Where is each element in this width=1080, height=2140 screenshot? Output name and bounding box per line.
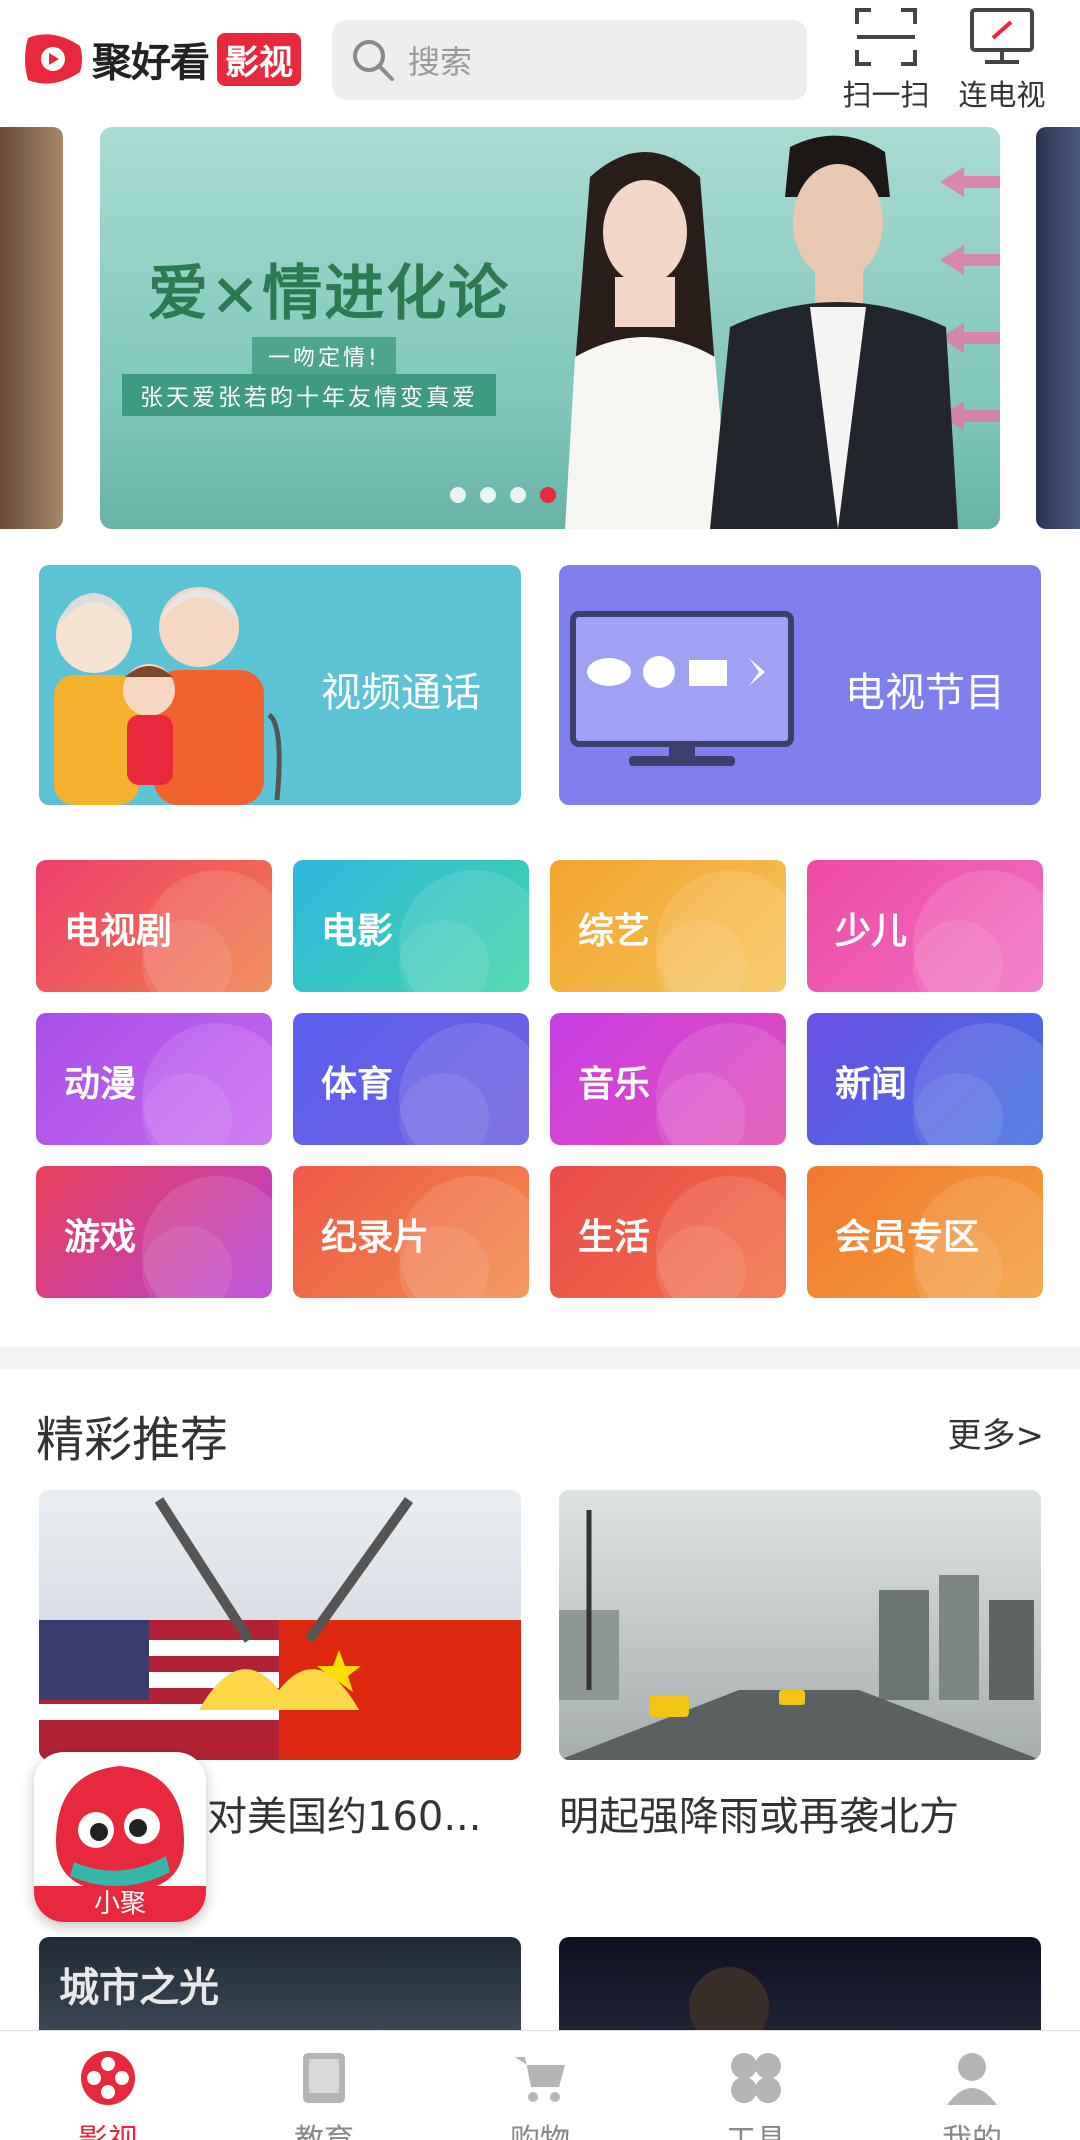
book-icon (295, 2049, 353, 2107)
scan-icon (853, 6, 919, 68)
category-label: 综艺 (578, 911, 651, 952)
tv-label: 连电视 (958, 78, 1046, 112)
recommend-thumbnail[interactable] (39, 1490, 521, 1760)
tv-program-label: 电视节目 (845, 670, 1005, 716)
banner-slide[interactable]: 爱×情进化论 一吻定情! 张天爱张若昀十年友情变真爱 (100, 127, 1000, 529)
category-label: 动漫 (64, 1064, 137, 1105)
category-label: 纪录片 (321, 1217, 430, 1258)
carousel-dot[interactable] (480, 487, 496, 503)
recommend-thumbnail[interactable]: 城市之光 (39, 1937, 521, 2030)
tv-program-card[interactable]: 电视节目 (559, 565, 1041, 805)
cart-icon (511, 2049, 569, 2107)
category-kids[interactable]: 少儿 (807, 860, 1043, 992)
play-logo-icon (22, 28, 84, 90)
category-label: 少儿 (835, 911, 908, 952)
category-label: 生活 (578, 1217, 651, 1258)
tv-screen-illustration (569, 610, 799, 780)
carousel-dot-active[interactable] (540, 487, 556, 503)
category-music[interactable]: 音乐 (550, 1013, 786, 1145)
recommend-caption[interactable]: 对美国约160... (207, 1784, 482, 1842)
video-call-card[interactable]: 视频通话 (39, 565, 521, 805)
rainy-road-image (559, 1510, 1041, 1760)
category-label: 体育 (321, 1064, 394, 1105)
carousel-indicator (450, 487, 556, 503)
category-sports[interactable]: 体育 (293, 1013, 529, 1145)
recommend-thumbnail[interactable] (559, 1490, 1041, 1760)
video-call-label: 视频通话 (321, 670, 481, 716)
person-image (689, 1967, 769, 2030)
nav-tab-shopping[interactable]: 购物 (470, 2049, 610, 2140)
user-icon (943, 2049, 1001, 2107)
nav-tab-video[interactable]: 影视 (38, 2049, 178, 2140)
carousel-dot[interactable] (510, 487, 526, 503)
search-bar[interactable]: 搜索 (332, 20, 807, 100)
search-icon (350, 37, 396, 83)
section-divider (0, 1347, 1080, 1369)
banner-title: 爱×情进化论 (148, 259, 511, 329)
category-label: 电影 (321, 911, 394, 952)
assistant-float-button[interactable]: 小聚 (34, 1752, 206, 1922)
category-tv-series[interactable]: 电视剧 (36, 860, 272, 992)
nav-label: 工具 (686, 2115, 826, 2140)
category-anime[interactable]: 动漫 (36, 1013, 272, 1145)
category-vip[interactable]: 会员专区 (807, 1166, 1043, 1298)
category-label: 音乐 (578, 1064, 651, 1105)
tv-icon (969, 6, 1035, 68)
nav-tab-tools[interactable]: 工具 (686, 2049, 826, 2140)
thumbnail-title-text: 城市之光 (59, 1965, 219, 2011)
film-reel-icon (79, 2049, 137, 2107)
carousel-dot[interactable] (450, 487, 466, 503)
recommend-caption[interactable]: 明起强降雨或再袭北方 (559, 1784, 959, 1842)
category-life[interactable]: 生活 (550, 1166, 786, 1298)
nav-label: 我的 (902, 2115, 1042, 2140)
recommend-thumbnail[interactable] (559, 1937, 1041, 2030)
category-variety[interactable]: 综艺 (550, 860, 786, 992)
nav-label: 教育 (254, 2115, 394, 2140)
category-label: 电视剧 (64, 911, 173, 952)
assistant-label: 小聚 (93, 1889, 146, 1919)
scan-button[interactable]: 扫一扫 (838, 6, 934, 112)
app-header: 聚好看 影视 搜索 扫一扫 连电视 (0, 0, 1080, 118)
banner-subtitle: 一吻定情! (252, 337, 396, 375)
nav-label: 影视 (38, 2115, 178, 2140)
bottom-navigation: 影视 教育 购物 工具 (0, 2030, 1080, 2140)
category-label: 游戏 (64, 1217, 137, 1258)
category-documentary[interactable]: 纪录片 (293, 1166, 529, 1298)
app-logo[interactable]: 聚好看 影视 (22, 24, 301, 94)
logo-text: 聚好看 (92, 40, 210, 86)
banner-description: 张天爱张若昀十年友情变真爱 (122, 374, 496, 416)
category-news[interactable]: 新闻 (807, 1013, 1043, 1145)
nav-tab-education[interactable]: 教育 (254, 2049, 394, 2140)
search-placeholder: 搜索 (408, 43, 473, 81)
banner-carousel[interactable]: 爱×情进化论 一吻定情! 张天爱张若昀十年友情变真爱 (0, 127, 1080, 529)
category-label: 会员专区 (835, 1217, 980, 1258)
logo-badge: 影视 (217, 32, 301, 86)
scan-label: 扫一扫 (842, 78, 930, 112)
category-label: 新闻 (835, 1064, 908, 1105)
category-games[interactable]: 游戏 (36, 1166, 272, 1298)
connect-tv-button[interactable]: 连电视 (954, 6, 1050, 112)
trade-war-image (39, 1497, 521, 1760)
banner-peek-next[interactable] (1036, 127, 1080, 529)
tools-grid-icon (727, 2049, 785, 2107)
banner-peek-prev[interactable] (0, 127, 63, 529)
actor-image (700, 127, 960, 529)
more-link[interactable]: 更多> (948, 1408, 1045, 1457)
category-movie[interactable]: 电影 (293, 860, 529, 992)
nav-label: 购物 (470, 2115, 610, 2140)
family-illustration (39, 565, 299, 805)
nav-tab-mine[interactable]: 我的 (902, 2049, 1042, 2140)
section-title: 精彩推荐 (36, 1412, 229, 1468)
